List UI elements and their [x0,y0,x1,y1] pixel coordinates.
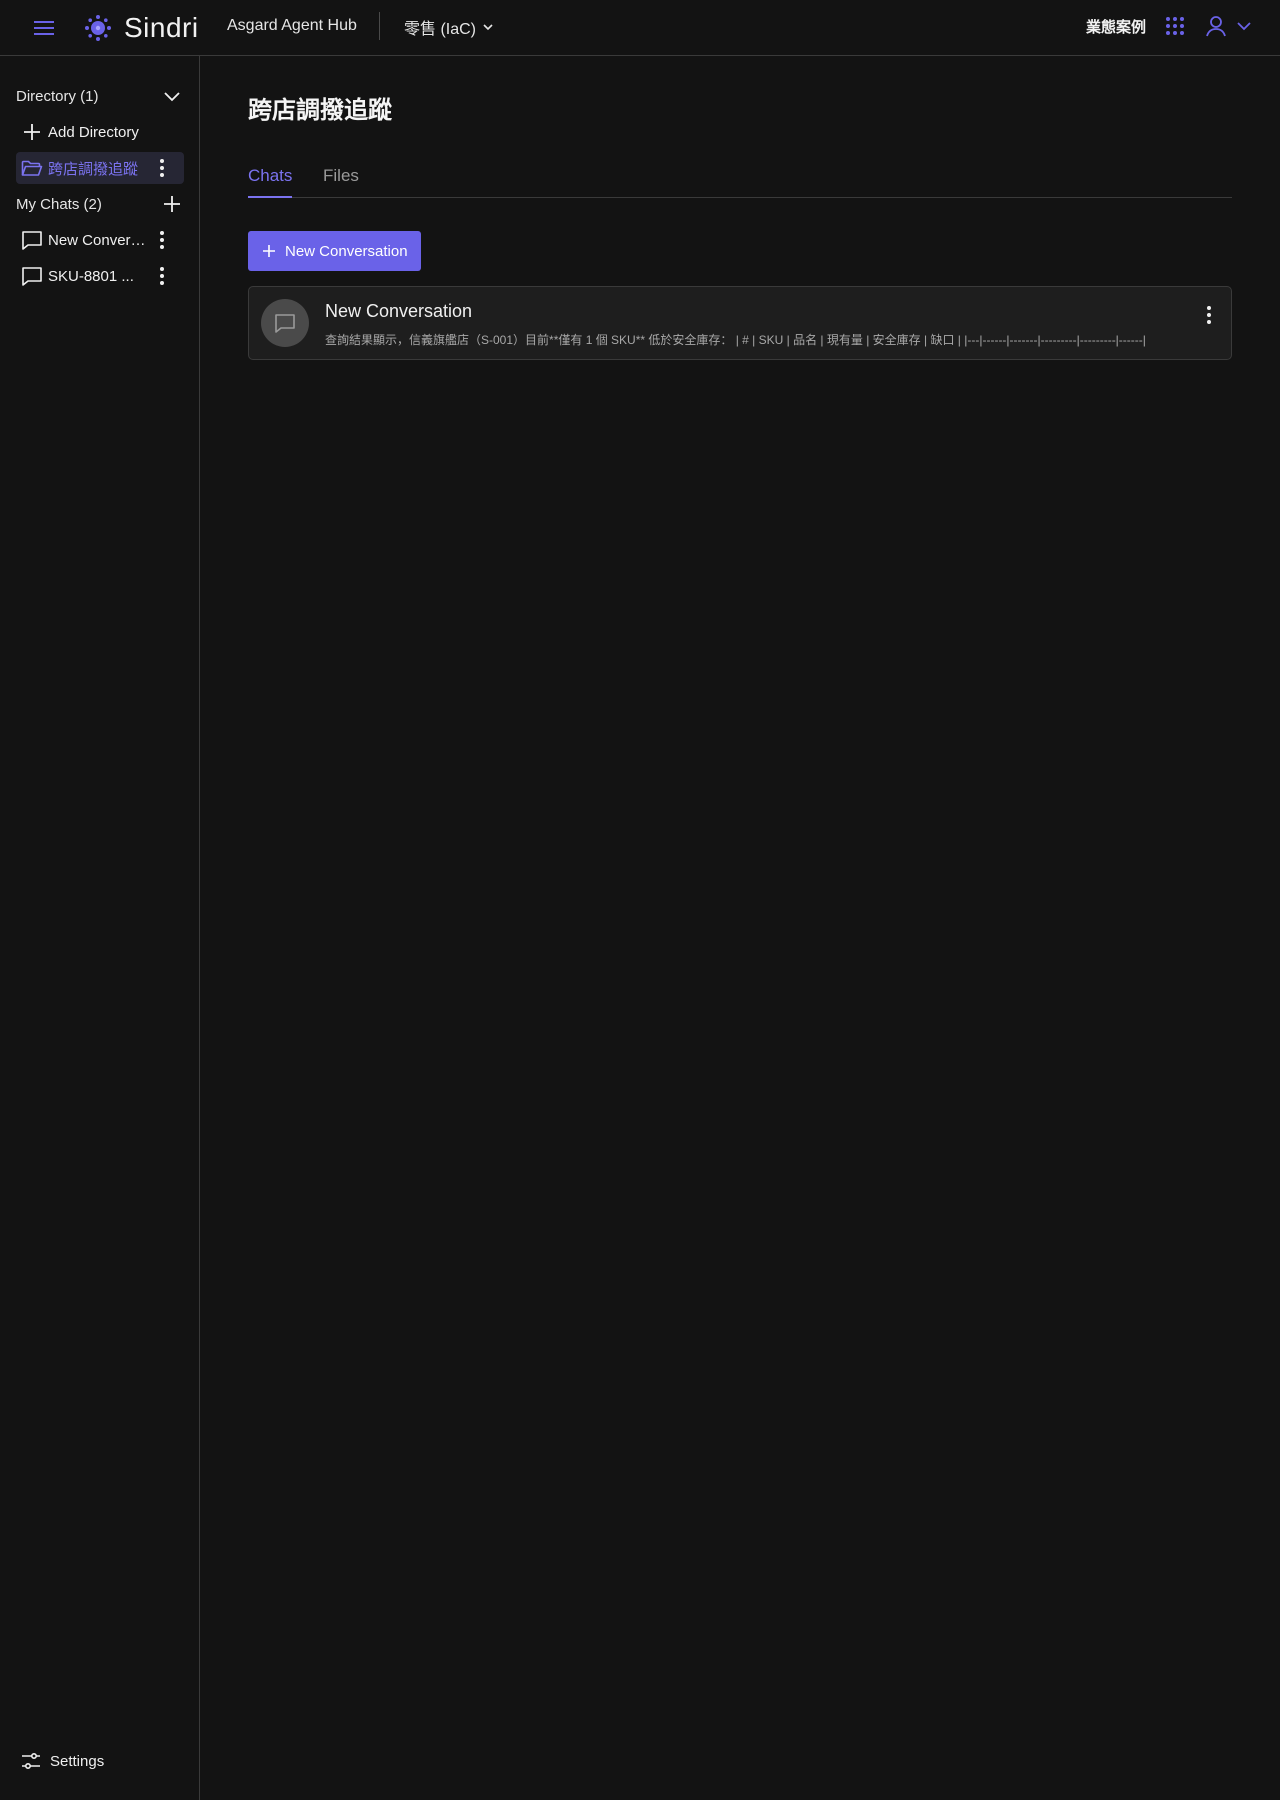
top-bar: Sindri Asgard Agent Hub 零售 (IaC) 業態案例 [0,0,1280,56]
chevron-down-icon[interactable] [160,84,184,108]
chat-label: SKU-8801 ... [48,267,134,285]
header-divider [379,12,380,40]
user-icon [1204,14,1228,38]
new-conversation-button[interactable]: New Conversation [248,231,421,271]
logo-text: Sindri [124,12,199,43]
business-cases-link[interactable]: 業態案例 [1086,16,1146,37]
workspace-label: 零售 (IaC) [404,21,477,38]
directory-label: 跨店調撥追蹤 [48,160,139,178]
chevron-down-icon [482,21,494,33]
my-chats-section-label: My Chats (2) [16,195,102,213]
tab-bar: Chats Files [248,166,1232,198]
new-conversation-label: New Conversation [285,242,408,260]
more-vertical-icon[interactable] [1197,303,1221,327]
chat-bubble-icon [273,311,297,335]
plus-icon [20,120,44,144]
conversation-avatar [261,299,309,347]
directory-section-header[interactable]: Directory (1) [16,82,184,110]
app-logo[interactable]: Sindri [84,12,199,44]
chat-bubble-icon [20,264,44,288]
conversation-title: New Conversation [325,301,473,321]
settings-sliders-icon [20,1750,42,1772]
more-vertical-icon[interactable] [150,156,174,180]
conversation-card[interactable]: New Conversation 查詢結果顯示，信義旗艦店（S-001）目前**… [248,286,1232,360]
my-chats-section-header: My Chats (2) [16,190,184,218]
conversation-preview: 查詢結果顯示，信義旗艦店（S-001）目前**僅有 1 個 SKU** 低於安全… [325,333,1146,347]
apps-grid-icon[interactable] [1164,15,1186,37]
add-directory-button[interactable]: Add Directory [16,116,184,148]
folder-open-icon [20,156,44,180]
user-menu[interactable] [1204,14,1252,38]
more-vertical-icon[interactable] [150,228,174,252]
sidebar: Directory (1) Add Directory 跨店調撥追蹤 My Ch… [0,56,200,1800]
page-title: 跨店調撥追蹤 [248,97,392,124]
tab-files[interactable]: Files [323,166,359,198]
header-actions: 業態案例 [1086,14,1252,38]
workspace-select[interactable]: 零售 (IaC) [404,15,494,39]
plus-icon [261,243,277,259]
chevron-down-icon [1236,18,1252,34]
chat-bubble-icon [20,228,44,252]
settings-label: Settings [50,1752,105,1770]
hamburger-menu-icon[interactable] [32,17,56,39]
main-content: 跨店調撥追蹤 Chats Files New Conversation New … [200,56,1280,1800]
settings-button[interactable]: Settings [20,1750,104,1772]
directory-section-label: Directory (1) [16,87,99,105]
tab-chats[interactable]: Chats [248,166,293,198]
more-vertical-icon[interactable] [150,264,174,288]
sidebar-item-chat[interactable]: SKU-8801 ... [16,260,184,292]
add-chat-icon[interactable] [160,192,184,216]
sidebar-item-chat[interactable]: New Conversation [16,224,184,256]
sidebar-item-directory[interactable]: 跨店調撥追蹤 [16,152,184,184]
sindri-logo-icon [84,14,112,42]
hub-title: Asgard Agent Hub [227,17,357,34]
chat-label: New Conversation [48,231,150,249]
add-directory-label: Add Directory [48,123,139,141]
